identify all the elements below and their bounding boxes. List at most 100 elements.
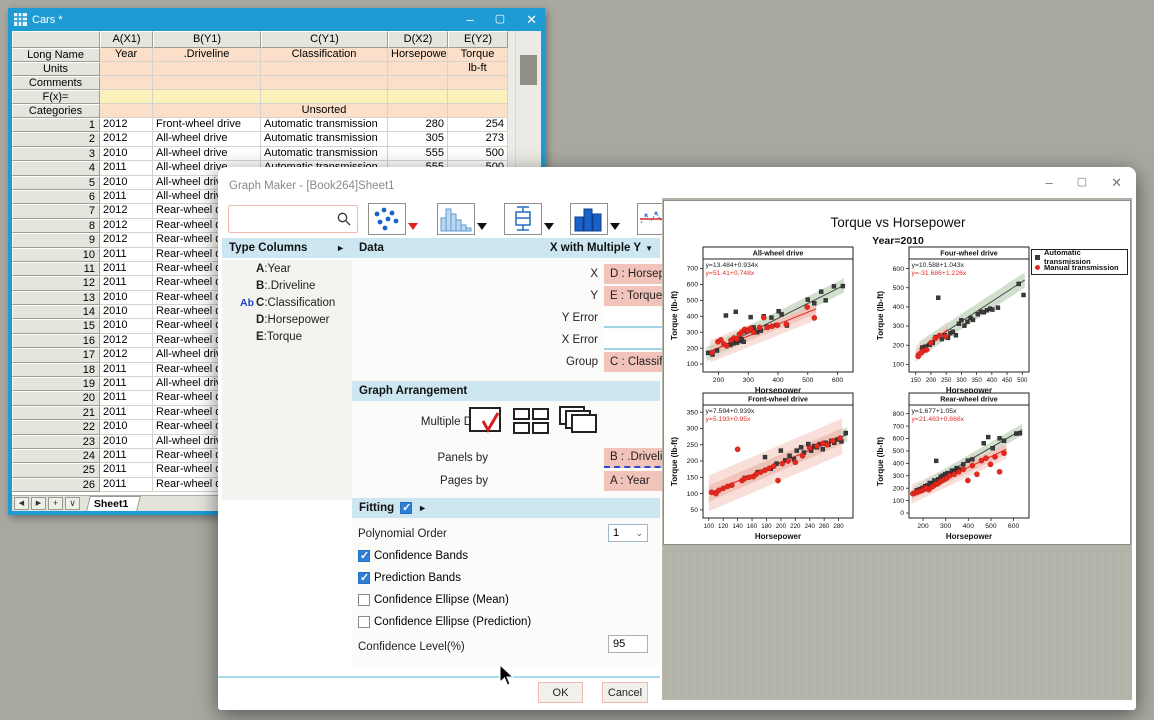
sheet-nav-left-button[interactable]: ◀ — [14, 497, 29, 510]
polynomial-order-select[interactable]: 1 ⌄ — [608, 524, 648, 542]
row-number[interactable]: 19 — [12, 377, 100, 391]
header-cell[interactable] — [388, 104, 448, 118]
row-label[interactable]: Comments — [12, 76, 100, 90]
cell-year[interactable]: 2010 — [100, 147, 153, 161]
header-cell[interactable] — [100, 90, 153, 104]
column-list-item-D[interactable]: D:Horsepower — [222, 311, 352, 328]
header-cell[interactable]: Year — [100, 48, 153, 62]
row-number[interactable]: 14 — [12, 305, 100, 319]
cancel-button[interactable]: Cancel — [602, 682, 648, 703]
cell-torque[interactable]: 254 — [448, 118, 508, 132]
cell-year[interactable]: 2011 — [100, 478, 153, 492]
cell-torque[interactable]: 500 — [448, 147, 508, 161]
cell-year[interactable]: 2010 — [100, 420, 153, 434]
header-cell[interactable] — [100, 76, 153, 90]
cell-year[interactable]: 2012 — [100, 334, 153, 348]
column-header[interactable]: E(Y2) — [448, 31, 508, 48]
scrollbar-thumb[interactable] — [520, 55, 537, 85]
cell-horsepower[interactable]: 305 — [388, 132, 448, 146]
row-number[interactable]: 12 — [12, 276, 100, 290]
checkbox-row[interactable]: Confidence Bands — [358, 548, 468, 563]
row-number[interactable]: 13 — [12, 291, 100, 305]
row-label[interactable]: Long Name — [12, 48, 100, 62]
row-number[interactable]: 22 — [12, 420, 100, 434]
row-number[interactable]: 21 — [12, 406, 100, 420]
cell-year[interactable]: 2010 — [100, 319, 153, 333]
histogram-dropdown-caret[interactable] — [477, 223, 487, 230]
row-number[interactable]: 17 — [12, 348, 100, 362]
cell-driveline[interactable]: All-wheel drive — [153, 132, 261, 146]
column-list-item-B[interactable]: B:.Driveline — [222, 277, 352, 294]
row-number[interactable]: 8 — [12, 219, 100, 233]
row-number[interactable]: 6 — [12, 190, 100, 204]
header-cell[interactable] — [261, 90, 388, 104]
row-number[interactable]: 26 — [12, 478, 100, 492]
plot-mode-dropdown[interactable]: X with Multiple Y ▼ — [550, 242, 653, 254]
column-list-item-C[interactable]: AbC:Classification — [222, 294, 352, 311]
row-number[interactable]: 10 — [12, 248, 100, 262]
header-cell[interactable] — [100, 62, 153, 76]
row-number[interactable]: 20 — [12, 391, 100, 405]
checkbox-checked[interactable] — [358, 572, 370, 584]
histogram-button[interactable] — [437, 203, 475, 235]
cell-year[interactable]: 2011 — [100, 391, 153, 405]
header-cell[interactable]: Horsepower — [388, 48, 448, 62]
fitting-expand-icon[interactable]: ► — [418, 503, 427, 513]
checkbox-row[interactable]: Confidence Ellipse (Prediction) — [358, 614, 531, 629]
column-header[interactable]: A(X1) — [100, 31, 153, 48]
cell-year[interactable]: 2011 — [100, 161, 153, 175]
cell-year[interactable]: 2011 — [100, 463, 153, 477]
row-number[interactable]: 25 — [12, 463, 100, 477]
type-columns-header[interactable]: Type Columns ► — [222, 238, 352, 258]
column-chart-dropdown-caret[interactable] — [610, 223, 620, 230]
row-label[interactable]: F(x)= — [12, 90, 100, 104]
row-number[interactable]: 9 — [12, 233, 100, 247]
search-input[interactable] — [228, 205, 358, 233]
cars-titlebar[interactable]: Cars * – ▢ ✕ — [8, 8, 545, 31]
cell-driveline[interactable]: All-wheel drive — [153, 147, 261, 161]
header-cell[interactable] — [261, 76, 388, 90]
row-number[interactable]: 24 — [12, 449, 100, 463]
sheet-list-button[interactable]: ∨ — [65, 497, 80, 510]
cell-year[interactable]: 2011 — [100, 190, 153, 204]
cell-year[interactable]: 2011 — [100, 377, 153, 391]
ok-button[interactable]: OK — [538, 682, 583, 703]
header-cell[interactable] — [448, 90, 508, 104]
cell-year[interactable]: 2011 — [100, 262, 153, 276]
row-number[interactable]: 5 — [12, 176, 100, 190]
cell-year[interactable]: 2010 — [100, 176, 153, 190]
row-number[interactable]: 23 — [12, 435, 100, 449]
cell-year[interactable]: 2011 — [100, 406, 153, 420]
sheet-nav-right-button[interactable]: ▶ — [31, 497, 46, 510]
checkbox-unchecked[interactable] — [358, 594, 370, 606]
checkbox-unchecked[interactable] — [358, 616, 370, 628]
box-plot-dropdown-caret[interactable] — [544, 223, 554, 230]
cell-year[interactable]: 2011 — [100, 363, 153, 377]
cell-horsepower[interactable]: 555 — [388, 147, 448, 161]
cell-year[interactable]: 2010 — [100, 305, 153, 319]
header-cell[interactable] — [153, 76, 261, 90]
header-cell[interactable] — [388, 76, 448, 90]
cell-year[interactable]: 2011 — [100, 248, 153, 262]
cell-horsepower[interactable]: 280 — [388, 118, 448, 132]
header-cell[interactable] — [153, 90, 261, 104]
single-panel-icon[interactable] — [468, 405, 502, 435]
graph-preview-page[interactable]: Torque vs HorsepowerYear=2010All-wheel d… — [663, 200, 1131, 545]
cell-classification[interactable]: Automatic transmission — [261, 118, 388, 132]
cell-year[interactable]: 2012 — [100, 204, 153, 218]
confidence-level-input[interactable]: 95 — [608, 635, 648, 653]
header-cell[interactable] — [153, 104, 261, 118]
header-cell[interactable] — [100, 104, 153, 118]
sheet-tab-sheet1[interactable]: Sheet1 — [86, 496, 141, 511]
cell-year[interactable]: 2010 — [100, 291, 153, 305]
row-label[interactable]: Categories — [12, 104, 100, 118]
cell-year[interactable]: 2011 — [100, 276, 153, 290]
cell-driveline[interactable]: Front-wheel drive — [153, 118, 261, 132]
column-list-item-E[interactable]: E:Torque — [222, 328, 352, 345]
row-label[interactable]: Units — [12, 62, 100, 76]
cars-maximize-button[interactable]: ▢ — [495, 14, 505, 25]
header-cell[interactable]: lb-ft — [448, 62, 508, 76]
row-number[interactable]: 3 — [12, 147, 100, 161]
header-cell[interactable] — [153, 62, 261, 76]
row-number[interactable]: 2 — [12, 132, 100, 146]
